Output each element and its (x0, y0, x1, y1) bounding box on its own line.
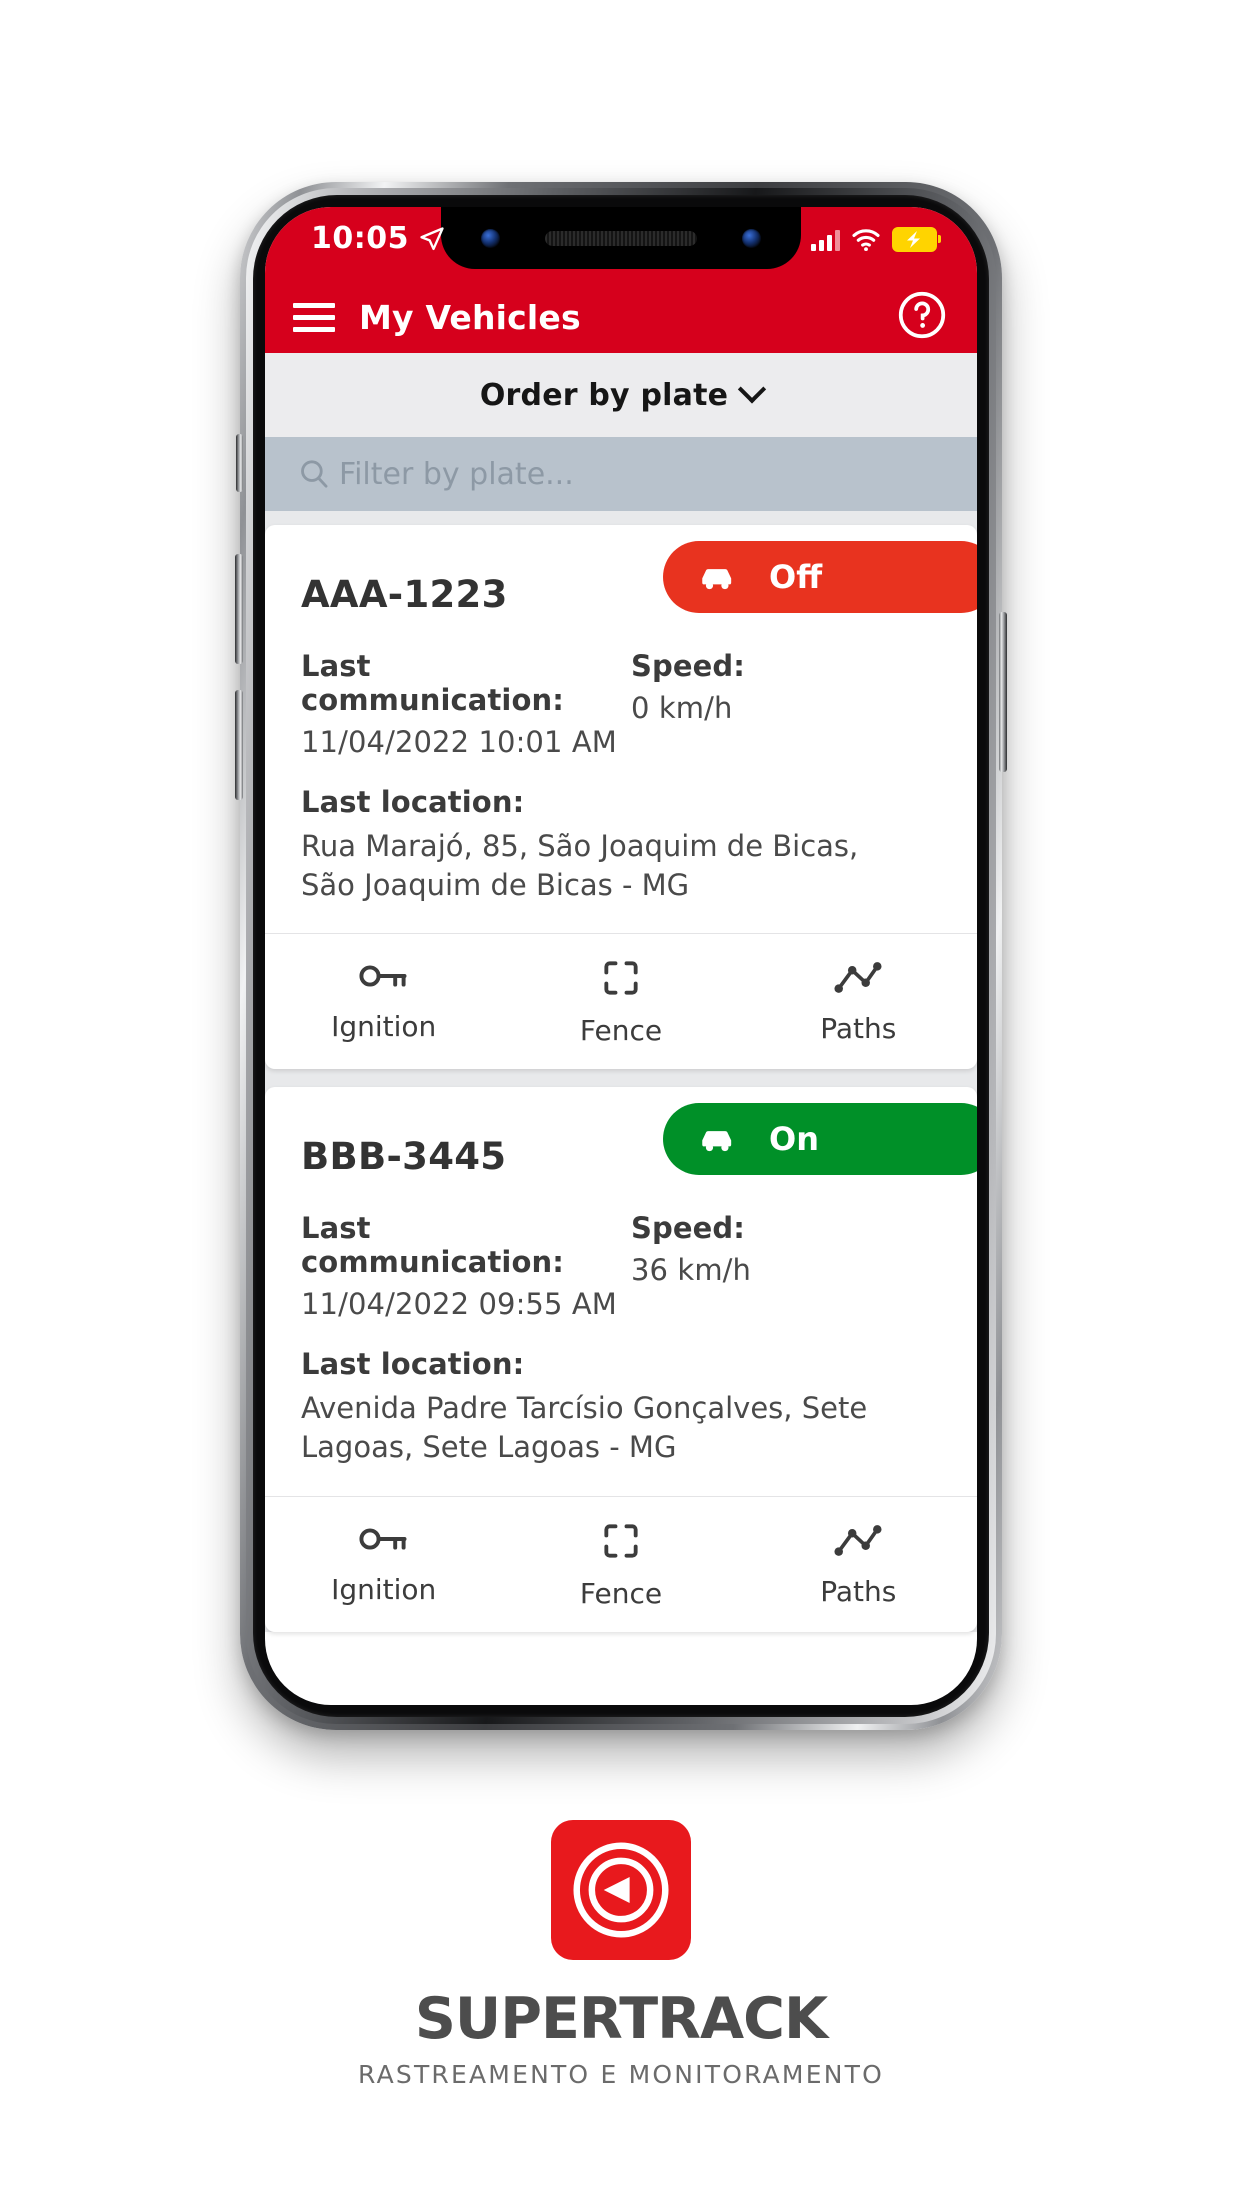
status-badge-label: Off (769, 558, 823, 596)
last-location-value: Rua Marajó, 85, São Joaquim de Bicas, Sã… (301, 829, 859, 903)
wifi-icon (852, 228, 880, 251)
last-location-label: Last location: (301, 785, 525, 819)
last-communication-value: 11/04/2022 09:55 AM (301, 1287, 617, 1322)
phone-mute-switch[interactable] (236, 434, 243, 492)
ignition-action-label: Ignition (331, 1010, 437, 1044)
vehicle-card[interactable]: AAA-1223 Off Last communication: 11/04/2… (265, 525, 977, 1070)
speed-label: Speed: (631, 1211, 745, 1246)
paths-action-button[interactable]: Paths (740, 956, 977, 1047)
car-icon (702, 1131, 732, 1152)
last-communication-label: Last communication: (301, 649, 564, 717)
search-icon (301, 460, 328, 488)
brand-logo-area: SUPERTRACK RASTREAMENTO E MONITORAMENTO (0, 1820, 1242, 2089)
speed-block: Speed: 36 km/h (631, 1211, 751, 1321)
geofence-corners-icon (604, 961, 638, 995)
cellular-signal-icon (811, 229, 840, 251)
ignition-action-label: Ignition (331, 1572, 437, 1606)
key-icon (359, 965, 407, 987)
vehicle-metrics-row: Last communication: 11/04/2022 09:55 AM … (301, 1211, 941, 1321)
last-location-label: Last location: (301, 1347, 525, 1382)
vehicle-card-body: Last communication: 11/04/2022 09:55 AM … (265, 1201, 977, 1495)
status-bar-indicators (811, 227, 941, 252)
search-input[interactable] (337, 455, 885, 493)
brand-name: SUPERTRACK (414, 1986, 828, 2052)
key-icon (359, 1528, 407, 1550)
earpiece-speaker (545, 231, 697, 246)
vehicle-plate: AAA-1223 (301, 572, 508, 616)
fence-action-button[interactable]: Fence (502, 1519, 739, 1610)
face-sensor-icon (742, 229, 761, 248)
fence-action-button[interactable]: Fence (502, 956, 739, 1047)
vehicle-card-body: Last communication: 11/04/2022 10:01 AM … (265, 639, 977, 933)
last-location-block: Last location: Avenida Padre Tarcísio Go… (301, 1347, 941, 1467)
brand-tagline: RASTREAMENTO E MONITORAMENTO (358, 2060, 884, 2089)
last-communication-value: 11/04/2022 10:01 AM (301, 725, 617, 759)
phone-notch (441, 207, 801, 269)
vehicle-card-header: BBB-3445 On (265, 1087, 977, 1201)
status-bar-time: 10:05 (311, 221, 409, 256)
status-badge-label: On (769, 1120, 819, 1159)
status-badge[interactable]: On (663, 1103, 977, 1176)
vehicle-metrics-row: Last communication: 11/04/2022 10:01 AM … (301, 649, 941, 759)
speed-value: 36 km/h (631, 1253, 752, 1288)
phone-mockup: 10:05 My Vehicles Order by plate Filter … (235, 182, 1007, 1730)
page-title: My Vehicles (359, 297, 581, 337)
supertrack-radar-logo-icon (551, 1820, 691, 1960)
paths-action-label: Paths (820, 1012, 897, 1046)
last-communication-block: Last communication: 11/04/2022 10:01 AM (301, 649, 631, 759)
last-location-block: Last location: Rua Marajó, 85, São Joaqu… (301, 785, 941, 905)
route-line-chart-icon (834, 962, 882, 994)
ignition-action-button[interactable]: Ignition (265, 1519, 502, 1610)
phone-power-button[interactable] (999, 612, 1007, 772)
status-bar-time-group: 10:05 (311, 221, 446, 256)
fence-action-label: Fence (579, 1014, 663, 1048)
vehicle-plate: BBB-3445 (301, 1134, 507, 1178)
chevron-down-icon (738, 375, 767, 404)
last-communication-label: Last communication: (301, 1211, 564, 1280)
battery-charging-icon (892, 227, 941, 252)
paths-action-label: Paths (820, 1574, 897, 1608)
paths-action-button[interactable]: Paths (740, 1519, 977, 1610)
plate-filter-bar[interactable] (265, 437, 977, 511)
route-line-chart-icon (834, 1524, 882, 1556)
status-bar: 10:05 (265, 207, 977, 281)
speed-value: 0 km/h (631, 691, 733, 725)
last-location-value: Avenida Padre Tarcísio Gonçalves, Sete L… (301, 1391, 868, 1465)
fence-action-label: Fence (579, 1576, 663, 1610)
help-circle-icon[interactable] (897, 290, 947, 344)
last-communication-block: Last communication: 11/04/2022 09:55 AM (301, 1211, 631, 1321)
car-icon (702, 569, 732, 590)
geofence-corners-icon (604, 1523, 638, 1558)
vehicle-card-actions: Ignition Fence Paths (265, 1495, 977, 1632)
app-header: My Vehicles (265, 281, 977, 353)
vehicle-card[interactable]: BBB-3445 On Last communication: 11/04/20… (265, 1087, 977, 1632)
vehicle-list: AAA-1223 Off Last communication: 11/04/2… (265, 511, 977, 1632)
phone-volume-down-button[interactable] (235, 690, 243, 800)
front-camera-icon (481, 229, 500, 248)
status-badge[interactable]: Off (663, 541, 977, 613)
ignition-action-button[interactable]: Ignition (265, 956, 502, 1047)
phone-volume-up-button[interactable] (235, 554, 243, 664)
speed-block: Speed: 0 km/h (631, 649, 745, 759)
hamburger-menu-icon[interactable] (293, 302, 335, 332)
vehicle-card-actions: Ignition Fence Paths (265, 933, 977, 1069)
phone-screen: 10:05 My Vehicles Order by plate Filter … (265, 207, 977, 1705)
speed-label: Speed: (631, 649, 745, 683)
vehicle-card-header: AAA-1223 Off (265, 525, 977, 639)
navigation-arrow-icon (420, 226, 444, 250)
order-by-label: Order by plate (479, 377, 729, 413)
order-by-control[interactable]: Order by plate (265, 353, 977, 437)
